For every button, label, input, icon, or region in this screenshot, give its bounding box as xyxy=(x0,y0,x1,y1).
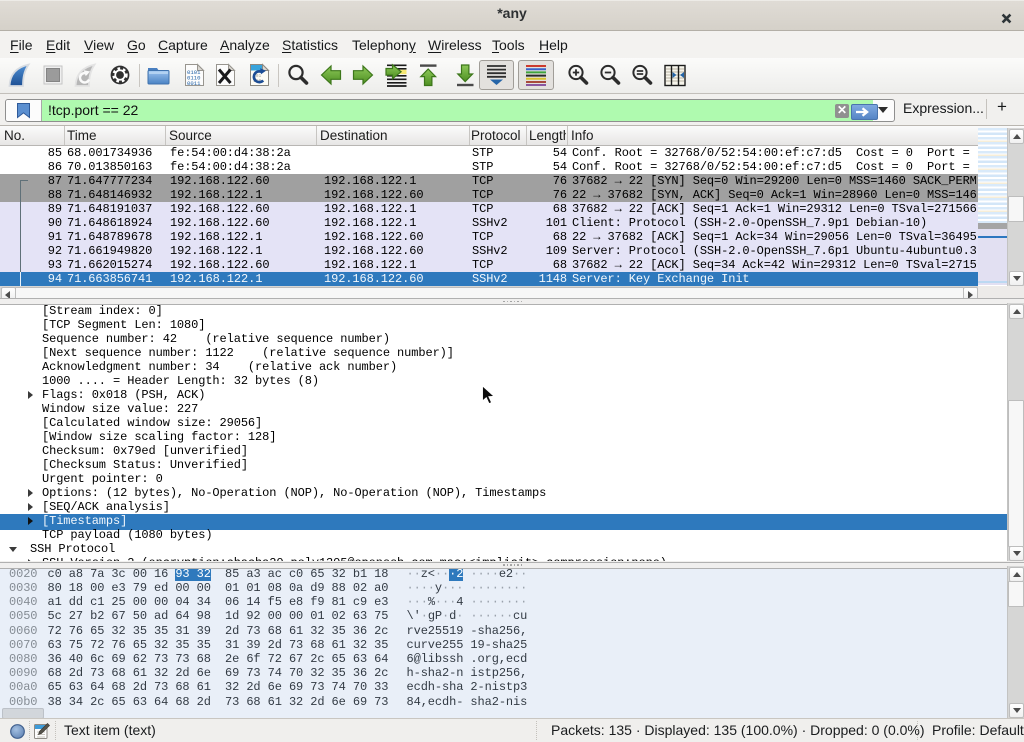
svg-text:0011: 0011 xyxy=(187,80,201,87)
